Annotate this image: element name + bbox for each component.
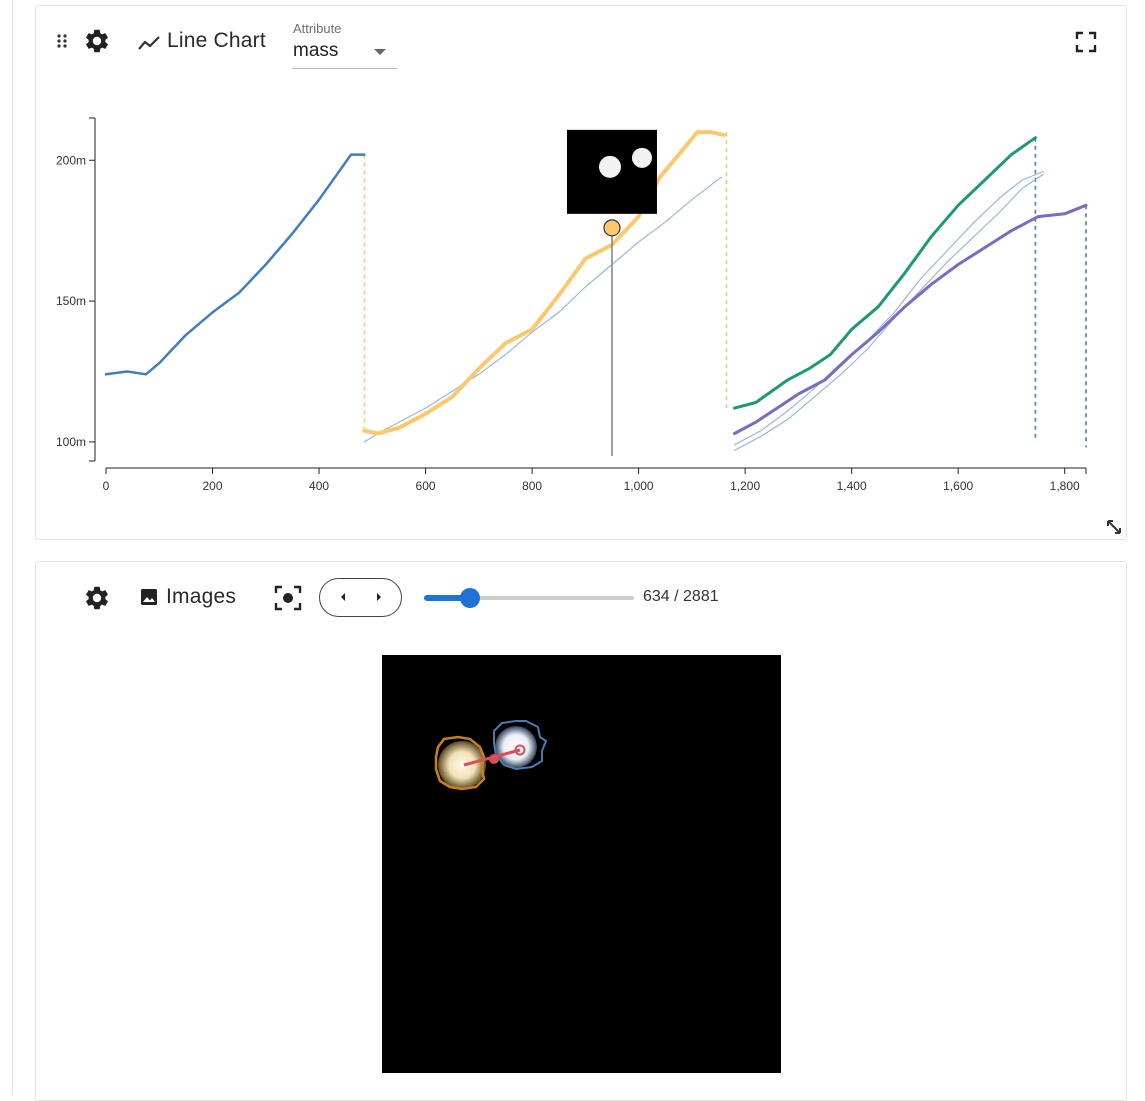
frame-slider[interactable]	[424, 587, 634, 609]
x-tick-label: 0	[103, 479, 110, 493]
series-line	[733, 136, 1037, 410]
series-line	[733, 203, 1088, 435]
series-line	[104, 153, 366, 376]
x-tick-label: 600	[416, 479, 436, 493]
panel-title: Images	[166, 585, 237, 608]
x-tick-label: 1,000	[624, 479, 654, 493]
gear-icon[interactable]	[82, 583, 112, 613]
series-line	[363, 176, 722, 443]
frame-stepper	[319, 578, 402, 617]
resize-icon[interactable]	[1102, 515, 1126, 539]
x-tick-label: 1,600	[943, 479, 973, 493]
image-icon	[139, 587, 159, 607]
line-chart[interactable]: 100m 150m 200m 0 200 400 600 800 1,000 1,200 1,400…	[36, 6, 1126, 539]
y-tick-label: 200m	[56, 153, 86, 167]
focus-target-icon[interactable]	[273, 584, 303, 612]
cursor-marker	[603, 219, 621, 237]
thumbnail-cell	[631, 147, 652, 168]
chart-connectors	[363, 132, 1087, 448]
slider-thumb[interactable]	[460, 588, 480, 608]
x-tick-label: 200	[203, 479, 223, 493]
cell-outline-orange[interactable]	[434, 735, 486, 791]
y-tick-label: 100m	[56, 435, 86, 449]
frame-readout: 634 / 2881	[643, 588, 719, 605]
series-line	[362, 130, 726, 436]
images-toolbar: Images 634 / 2881	[36, 562, 1126, 634]
x-tick-label: 800	[522, 479, 542, 493]
x-tick-label: 1,800	[1050, 479, 1080, 493]
y-tick-label: 150m	[56, 294, 86, 308]
series-line	[733, 173, 1045, 451]
x-tick-label: 1,200	[730, 479, 760, 493]
chevron-left-icon[interactable]	[338, 590, 348, 604]
x-tick-label: 1,400	[837, 479, 867, 493]
series-line	[733, 170, 1045, 446]
microscopy-image-view[interactable]	[382, 655, 781, 1073]
x-tick-label: 400	[309, 479, 329, 493]
left-divider	[12, 0, 13, 1095]
chevron-right-icon[interactable]	[374, 590, 384, 604]
line-chart-panel: Line Chart Attribute mass 100m 150m 200m 0 2…	[35, 5, 1127, 540]
chart-cursor[interactable]	[566, 129, 657, 456]
thumbnail-cell	[598, 155, 621, 178]
images-panel: Images 634 / 2881	[35, 561, 1127, 1101]
